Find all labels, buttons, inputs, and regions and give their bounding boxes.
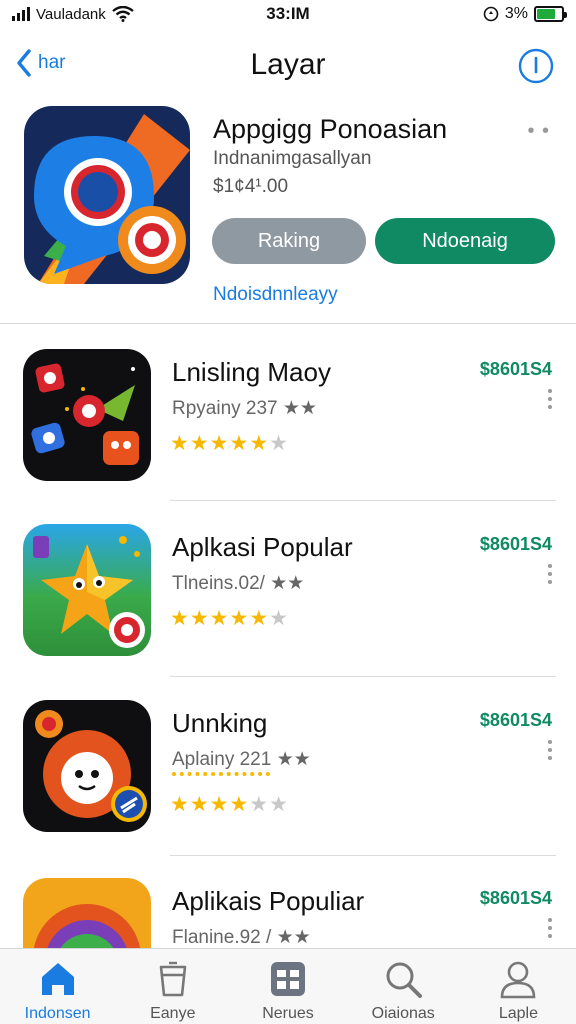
- list-item[interactable]: Aplkasi Popular Tlneins.02/ ★★ ★★★★★★ $8…: [0, 524, 576, 700]
- tab-label: Laple: [498, 1005, 538, 1022]
- app-icon[interactable]: [23, 349, 151, 481]
- row-divider: [170, 676, 556, 677]
- person-icon: [501, 961, 536, 999]
- row-divider: [170, 500, 556, 501]
- app-price: $8601S4: [479, 359, 552, 379]
- featured-app-icon[interactable]: [24, 106, 190, 284]
- tab-label: Eanye: [150, 1005, 196, 1022]
- tab-label: Nerues: [262, 1005, 314, 1022]
- battery-icon: [534, 6, 567, 22]
- tab-profile[interactable]: Laple: [461, 949, 576, 1024]
- app-meta: Flanine.92 / ★★: [172, 927, 311, 948]
- tab-search[interactable]: Oiaionas: [346, 949, 461, 1024]
- app-icon[interactable]: [23, 524, 151, 656]
- list-item[interactable]: Lnisling Maoy Rpyainy 237 ★★ ★★★★★★ $860…: [0, 349, 576, 525]
- status-bar: Vauladank 33:IM 3%: [0, 0, 576, 28]
- row-divider: [170, 855, 556, 856]
- status-left: Vauladank: [12, 6, 134, 23]
- app-meta: Aplainy 221 ★★: [172, 749, 311, 770]
- info-icon[interactable]: [518, 48, 554, 84]
- featured-app: Appgigg Ponoasian • • Indnanimgasallyan …: [0, 104, 576, 324]
- app-name: Lnisling Maoy: [172, 357, 331, 387]
- featured-app-price: $1¢4¹.00: [213, 176, 289, 197]
- app-price: $8601S4: [479, 534, 552, 554]
- app-name: Aplkasi Popular: [172, 532, 353, 562]
- more-options-icon[interactable]: • •: [527, 120, 550, 143]
- tab-label: Indonsen: [24, 1005, 91, 1022]
- wifi-icon: [112, 6, 134, 22]
- battery-percent: 3%: [504, 5, 528, 22]
- app-meta: Rpyainy 237 ★★: [172, 398, 317, 419]
- navigation-bar: har Layar: [0, 36, 576, 96]
- featured-link[interactable]: Ndoisdnnleayy: [213, 284, 338, 306]
- star-rating: ★★★★★★: [170, 432, 289, 455]
- list-item[interactable]: Unnking Aplainy 221 ★★ ★★★★★★ $8601S4: [0, 700, 576, 876]
- app-price: $8601S4: [479, 710, 552, 730]
- tab-games[interactable]: Eanye: [115, 949, 230, 1024]
- page-title: Layar: [250, 48, 326, 81]
- app-icon[interactable]: [23, 700, 151, 832]
- section-divider: [0, 323, 576, 324]
- more-vertical-icon[interactable]: [546, 740, 554, 764]
- tab-label: Oiaionas: [371, 1005, 435, 1022]
- get-button[interactable]: Ndoenaig: [375, 218, 555, 264]
- more-vertical-icon[interactable]: [546, 564, 554, 588]
- app-name: Aplikais Populiar: [172, 886, 365, 916]
- cup-icon: [159, 961, 187, 997]
- progress-dots: [172, 772, 270, 778]
- featured-app-title: Appgigg Ponoasian: [213, 114, 448, 144]
- more-vertical-icon[interactable]: [546, 389, 554, 413]
- ranking-button[interactable]: Raking: [212, 218, 366, 264]
- star-rating: ★★★★★★: [170, 793, 289, 816]
- app-meta: Tlneins.02/ ★★: [172, 573, 305, 594]
- home-icon: [41, 963, 74, 995]
- status-right: 3%: [483, 5, 567, 23]
- featured-app-subtitle: Indnanimgasallyan: [213, 148, 372, 169]
- search-icon: [386, 962, 423, 998]
- grid-icon: [271, 962, 305, 996]
- tab-apps[interactable]: Nerues: [230, 949, 345, 1024]
- status-time: 33:IM: [266, 4, 310, 23]
- app-name: Unnking: [172, 708, 268, 738]
- signal-icon: [12, 7, 30, 21]
- carrier-name: Vauladank: [36, 5, 106, 23]
- tab-home[interactable]: Indonsen: [0, 949, 115, 1024]
- star-rating: ★★★★★★: [170, 607, 289, 630]
- app-price: $8601S4: [479, 888, 552, 908]
- orientation-lock-icon: [483, 6, 499, 22]
- more-vertical-icon[interactable]: [546, 918, 554, 942]
- tab-bar: Indonsen Eanye Nerues Oiaionas Laple: [0, 948, 576, 1024]
